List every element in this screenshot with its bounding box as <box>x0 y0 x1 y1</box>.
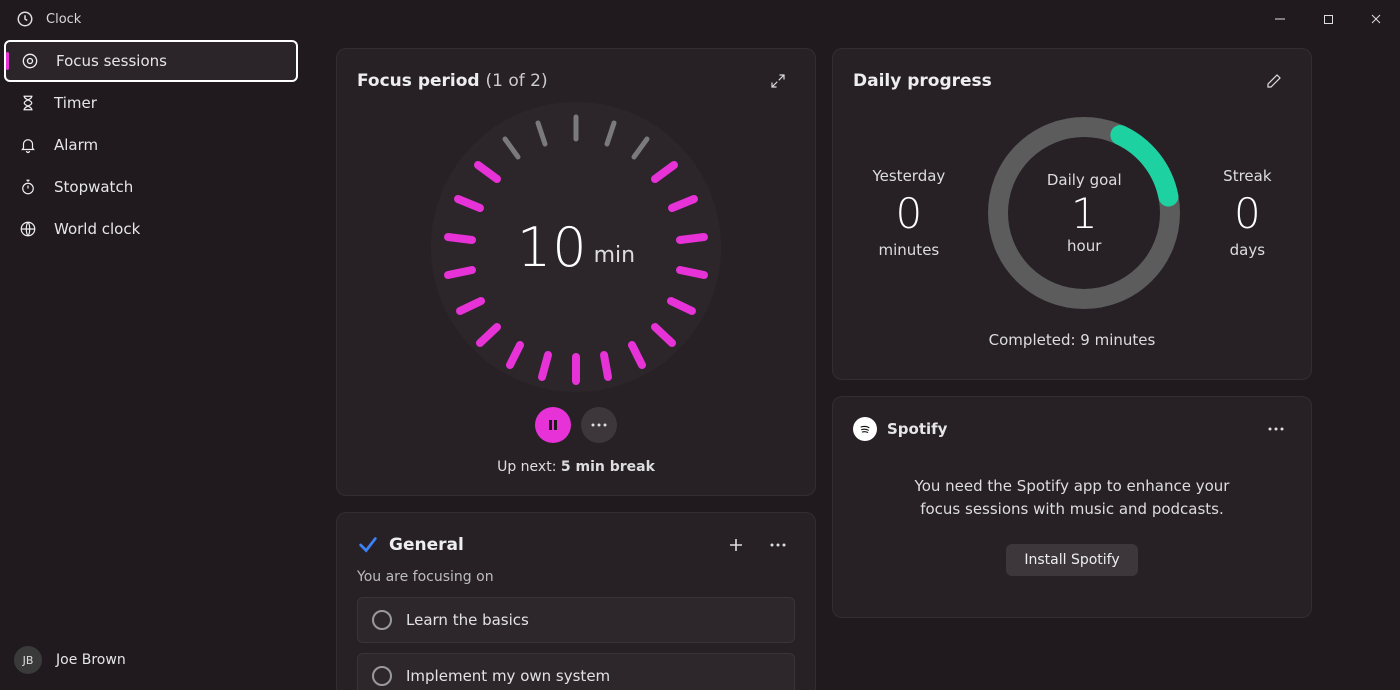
stat-label: Yesterday <box>872 167 945 185</box>
minimize-button[interactable] <box>1256 0 1304 38</box>
sidebar-item-label: Focus sessions <box>56 52 167 70</box>
sidebar-item-alarm[interactable]: Alarm <box>4 124 298 166</box>
stat-streak: Streak 0 days <box>1223 167 1271 259</box>
ring-label: Daily goal <box>1047 171 1122 189</box>
up-next-value: 5 min break <box>561 459 655 475</box>
spotify-description: You need the Spotify app to enhance your… <box>893 475 1251 520</box>
expand-button[interactable] <box>761 64 795 98</box>
spotify-card: Spotify You need the Spotify app to enha… <box>832 396 1312 618</box>
tasks-more-button[interactable] <box>761 528 795 562</box>
add-task-button[interactable] <box>719 528 753 562</box>
clock-app-icon <box>16 10 34 28</box>
stat-value: 0 <box>872 193 945 235</box>
spotify-icon <box>853 417 877 441</box>
focus-title-sub: (1 of 2) <box>486 71 548 91</box>
maximize-button[interactable] <box>1304 0 1352 38</box>
avatar: JB <box>14 646 42 674</box>
bell-icon <box>18 135 38 155</box>
sidebar-item-world-clock[interactable]: World clock <box>4 208 298 250</box>
edit-button[interactable] <box>1257 64 1291 98</box>
focus-more-button[interactable] <box>581 407 617 443</box>
avatar-initials: JB <box>23 654 34 667</box>
content: Focus period (1 of 2) <box>302 38 1400 690</box>
user-name: Joe Brown <box>56 652 126 668</box>
sidebar-item-label: Stopwatch <box>54 178 133 196</box>
stopwatch-icon <box>18 177 38 197</box>
sidebar: Focus sessions Timer Alarm Stopwatch Wor… <box>0 38 302 690</box>
focus-minutes-value: 10 <box>517 216 588 279</box>
stat-label: Streak <box>1223 167 1271 185</box>
focus-time-display: 10 min <box>426 97 726 397</box>
daily-goal-ring: Daily goal 1 hour <box>984 113 1184 313</box>
stat-unit: days <box>1223 241 1271 259</box>
stat-yesterday: Yesterday 0 minutes <box>872 167 945 259</box>
tasks-card: General You are focusing on Learn the ba… <box>336 512 816 690</box>
hourglass-icon <box>18 93 38 113</box>
task-radio[interactable] <box>372 666 392 686</box>
completed-text: Completed: 9 minutes <box>853 331 1291 349</box>
pause-button[interactable] <box>535 407 571 443</box>
spotify-title: Spotify <box>887 420 947 438</box>
user-row[interactable]: JB Joe Brown <box>0 630 302 690</box>
globe-icon <box>18 219 38 239</box>
task-text: Learn the basics <box>406 611 529 629</box>
task-item[interactable]: Learn the basics <box>357 597 795 643</box>
install-spotify-button[interactable]: Install Spotify <box>1006 544 1137 576</box>
window-controls <box>1256 0 1400 38</box>
sidebar-item-label: Timer <box>54 94 97 112</box>
task-radio[interactable] <box>372 610 392 630</box>
sidebar-item-stopwatch[interactable]: Stopwatch <box>4 166 298 208</box>
close-button[interactable] <box>1352 0 1400 38</box>
focus-dial: 10 min <box>426 97 726 397</box>
focus-title-main: Focus period <box>357 71 480 91</box>
ring-value: 1 <box>1071 193 1098 235</box>
focus-period-card: Focus period (1 of 2) <box>336 48 816 496</box>
focus-title: Focus period (1 of 2) <box>357 71 548 91</box>
sidebar-item-label: Alarm <box>54 136 98 154</box>
sidebar-item-focus-sessions[interactable]: Focus sessions <box>4 40 298 82</box>
task-item[interactable]: Implement my own system <box>357 653 795 690</box>
task-text: Implement my own system <box>406 667 610 685</box>
focus-icon <box>20 51 40 71</box>
daily-progress-title: Daily progress <box>853 71 992 91</box>
spotify-more-button[interactable] <box>1261 414 1291 444</box>
up-next-prefix: Up next: <box>497 459 561 475</box>
tasks-title: General <box>389 535 464 555</box>
sidebar-item-timer[interactable]: Timer <box>4 82 298 124</box>
ring-unit: hour <box>1067 237 1101 255</box>
todo-icon <box>357 534 379 556</box>
focus-minutes-unit: min <box>594 243 636 268</box>
tasks-subtitle: You are focusing on <box>357 569 795 585</box>
stat-unit: minutes <box>872 241 945 259</box>
app-title: Clock <box>46 12 81 27</box>
up-next-text: Up next: 5 min break <box>497 459 655 475</box>
daily-progress-card: Daily progress Yesterday 0 minutes <box>832 48 1312 380</box>
titlebar: Clock <box>0 0 1400 38</box>
sidebar-item-label: World clock <box>54 220 140 238</box>
stat-value: 0 <box>1223 193 1271 235</box>
